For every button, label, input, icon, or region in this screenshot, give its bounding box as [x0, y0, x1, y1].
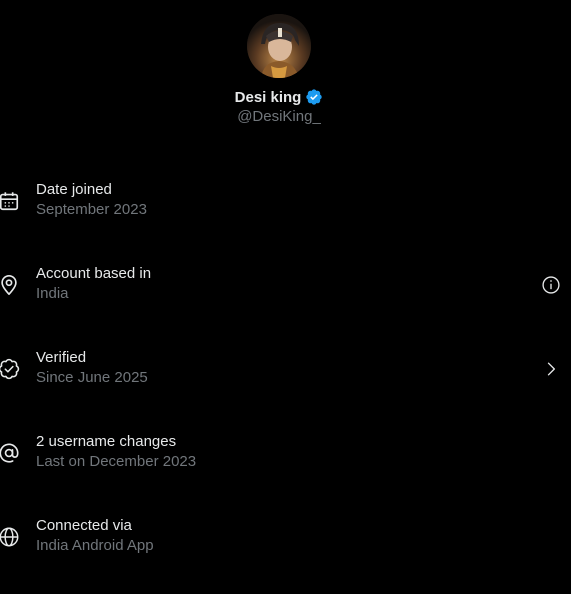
verified-check-icon — [0, 358, 20, 380]
globe-icon — [0, 526, 20, 548]
detail-value: Last on December 2023 — [36, 453, 197, 470]
detail-label: Connected via — [36, 517, 132, 534]
handle: @DesiKing_ — [237, 108, 321, 125]
detail-value: India Android App — [36, 537, 154, 554]
detail-value: September 2023 — [36, 201, 147, 218]
detail-label: Verified — [36, 349, 87, 366]
detail-row-account-based-in: Account based in India — [0, 264, 571, 308]
detail-label: Account based in — [36, 265, 152, 282]
info-icon[interactable] — [541, 275, 561, 295]
calendar-icon — [0, 190, 20, 212]
avatar[interactable] — [247, 14, 311, 78]
at-sign-icon — [0, 442, 20, 464]
detail-value: Since June 2025 — [36, 369, 148, 386]
detail-value: India — [36, 285, 69, 302]
chevron-right-icon[interactable] — [541, 359, 561, 379]
detail-label: 2 username changes — [36, 433, 177, 450]
detail-row-connected-via: Connected via India Android App — [0, 516, 571, 560]
location-pin-icon — [0, 274, 20, 296]
detail-row-date-joined: Date joined September 2023 — [0, 180, 571, 224]
detail-row-username-changes: 2 username changes Last on December 2023 — [0, 432, 571, 476]
verified-badge-icon — [306, 89, 323, 105]
profile-header: Desi king @DesiKing_ — [0, 14, 558, 125]
detail-row-verified[interactable]: Verified Since June 2025 — [0, 348, 571, 392]
display-name: Desi king — [234, 88, 302, 106]
detail-label: Date joined — [36, 181, 112, 198]
name-row: Desi king — [235, 87, 324, 107]
